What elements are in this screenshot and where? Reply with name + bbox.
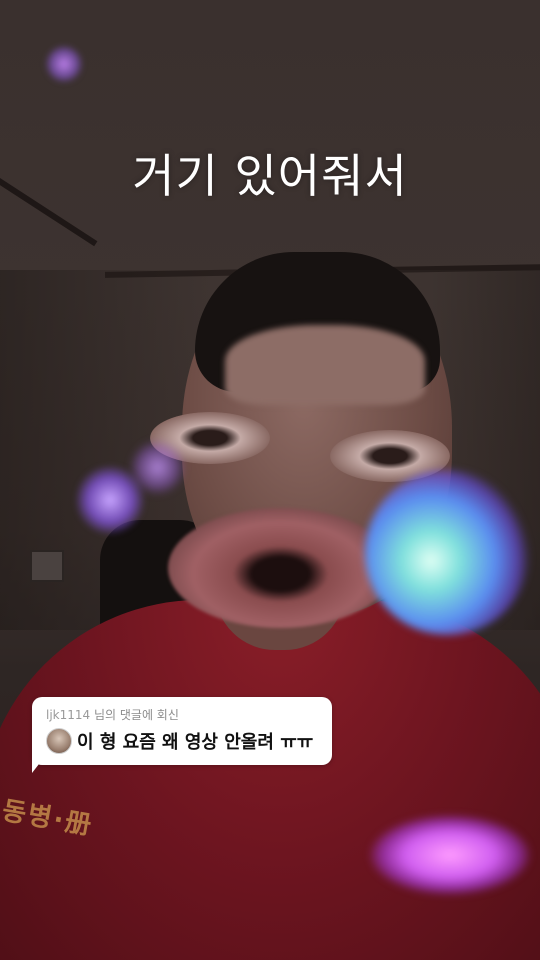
wall-switch <box>30 550 64 582</box>
red-shirt <box>0 600 540 960</box>
reply-username: ljk1114 <box>46 708 91 722</box>
comment-reply-sticker[interactable]: ljk1114 님의 댓글에 회신 이 형 요즘 왜 영상 안올려 ㅠㅠ <box>32 697 332 765</box>
video-frame[interactable]: 동병·册 거기 있어줘서 ljk1114 님의 댓글에 회신 이 형 요즘 왜 … <box>0 0 540 960</box>
reply-sticker-tail <box>32 755 46 773</box>
light-orb-effect <box>365 470 530 635</box>
reply-header-suffix: 님의 댓글에 회신 <box>90 708 179 722</box>
forehead <box>225 325 425 405</box>
video-caption: 거기 있어줘서 <box>132 149 408 203</box>
light-orb-effect <box>370 815 530 895</box>
reply-header: ljk1114 님의 댓글에 회신 <box>46 706 179 723</box>
reply-comment-text: 이 형 요즘 왜 영상 안올려 ㅠㅠ <box>77 732 314 753</box>
lips-filter <box>168 508 393 628</box>
light-orb-effect <box>45 45 83 83</box>
light-orb-effect <box>75 465 145 535</box>
user-avatar-icon <box>46 728 72 754</box>
